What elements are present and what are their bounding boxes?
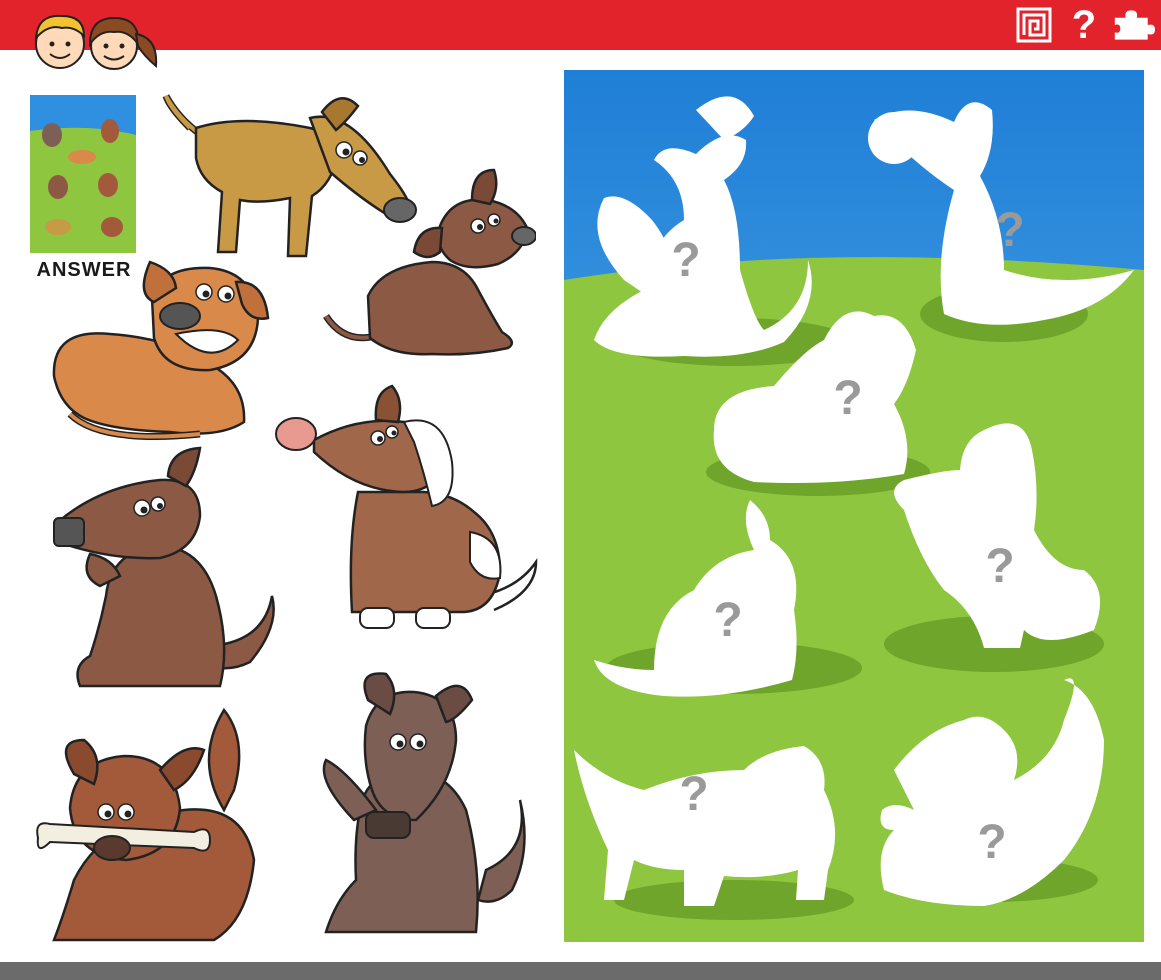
puzzle-icon[interactable] — [1113, 4, 1155, 46]
dog-piece-sitting-brown[interactable] — [322, 166, 536, 372]
question-mark-4: ? — [985, 540, 1014, 593]
maze-icon[interactable] — [1013, 4, 1055, 46]
kids-logo — [34, 14, 158, 70]
question-mark-2: ? — [995, 204, 1024, 257]
dog-piece-waving-brown[interactable] — [50, 446, 280, 700]
top-bar — [0, 0, 1161, 50]
question-mark-1: ? — [671, 234, 700, 287]
bottom-bar — [0, 962, 1161, 980]
dog-piece-lying-orange[interactable] — [50, 258, 270, 444]
help-icon[interactable]: ? — [1063, 4, 1105, 46]
question-mark-6: ? — [679, 768, 708, 821]
question-mark-5: ? — [713, 594, 742, 647]
puzzle-board: ? ? ? ? ? ? ? — [564, 70, 1144, 942]
question-mark-7: ? — [977, 816, 1006, 869]
question-mark-3: ? — [833, 372, 862, 425]
header-icons: ? — [1013, 4, 1155, 46]
help-symbol: ? — [1071, 3, 1097, 47]
answer-thumbnail[interactable] — [30, 95, 136, 253]
dog-piece-sitting-spotted[interactable] — [274, 382, 546, 638]
dog-piece-bone-reddish[interactable] — [34, 700, 266, 946]
dog-piece-sitting-greybrown[interactable] — [306, 670, 532, 942]
